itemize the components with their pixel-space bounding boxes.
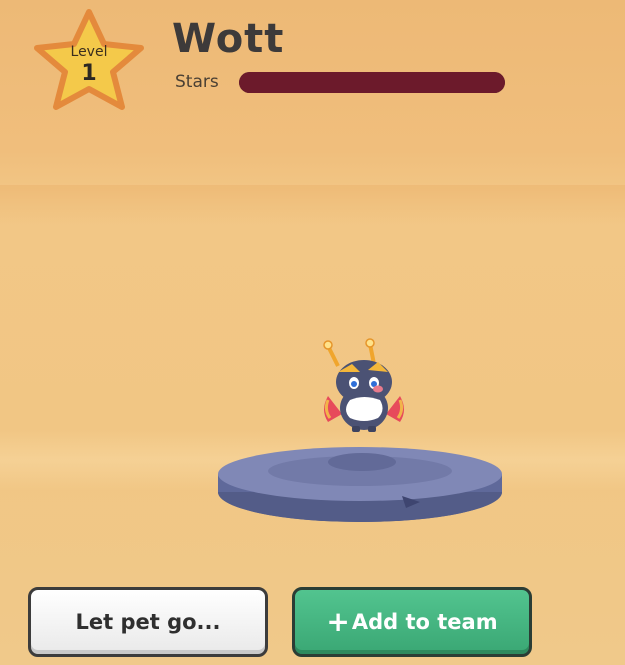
sky-haze <box>0 185 625 225</box>
let-pet-go-label: Let pet go... <box>75 610 221 634</box>
pet-platform <box>218 447 502 522</box>
stars-progress-fill <box>239 72 505 93</box>
star-icon <box>34 9 144 110</box>
plus-icon: + <box>326 605 350 638</box>
let-pet-go-button[interactable]: Let pet go... <box>28 587 268 657</box>
stars-label: Stars <box>175 72 219 92</box>
pet-sprite <box>323 338 404 432</box>
add-to-team-label: Add to team <box>351 610 498 634</box>
level-value: 1 <box>81 61 97 86</box>
level-badge: Level 1 <box>27 8 151 112</box>
stars-progress-bar <box>239 72 505 93</box>
pet-name: Wott <box>172 16 285 62</box>
level-label: Level <box>70 44 108 60</box>
add-to-team-button[interactable]: + Add to team <box>292 587 532 657</box>
